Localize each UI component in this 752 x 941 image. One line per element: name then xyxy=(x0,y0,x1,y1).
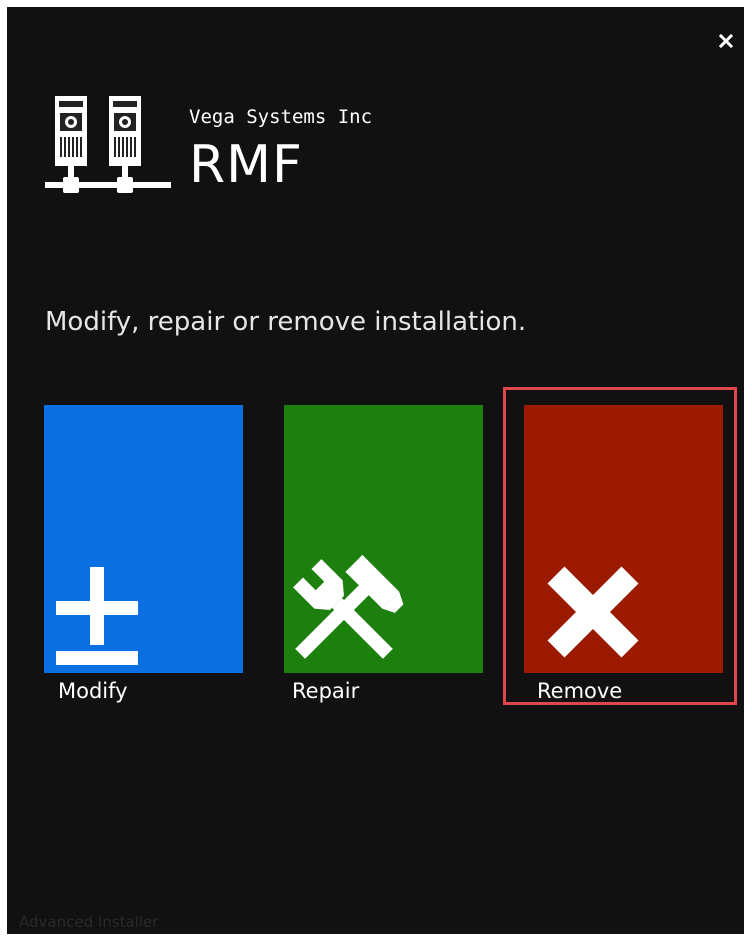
x-icon xyxy=(547,566,639,658)
server-network-icon xyxy=(45,96,171,193)
plus-minus-icon xyxy=(56,567,138,665)
close-button[interactable] xyxy=(710,25,742,57)
repair-label[interactable]: Repair xyxy=(292,677,359,705)
remove-label[interactable]: Remove xyxy=(537,677,622,705)
close-icon xyxy=(718,33,734,49)
footer-brand: Advanced Installer xyxy=(19,913,159,931)
product-name: RMF xyxy=(189,135,303,195)
installer-window: Vega Systems Inc RMF Modify, repair or r… xyxy=(7,7,744,934)
repair-tile[interactable] xyxy=(284,405,483,673)
page-prompt: Modify, repair or remove installation. xyxy=(45,307,527,337)
modify-tile[interactable] xyxy=(44,405,243,673)
company-name: Vega Systems Inc xyxy=(189,106,373,128)
wrench-hammer-icon xyxy=(293,554,404,659)
remove-tile[interactable] xyxy=(524,405,723,673)
modify-label[interactable]: Modify xyxy=(58,677,128,705)
